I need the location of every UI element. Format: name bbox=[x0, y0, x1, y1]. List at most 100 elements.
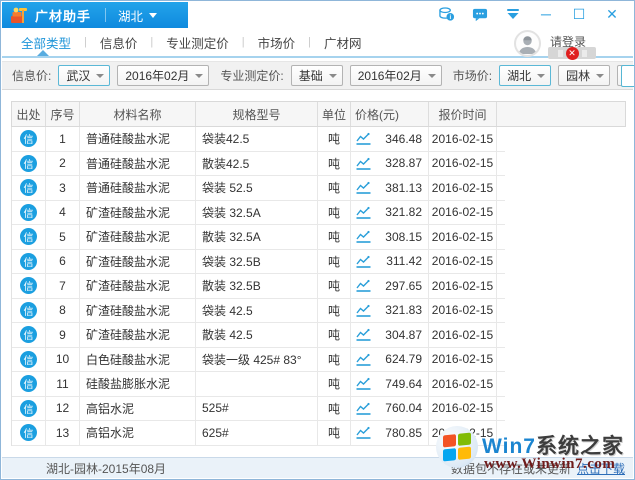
info-month-dropdown[interactable]: 2016年02月 bbox=[117, 65, 209, 86]
source-info-badge[interactable]: 信 bbox=[20, 179, 37, 196]
table-row[interactable]: 信 6 矿渣硅酸盐水泥 袋装 32.5B 吨 311.42 2016-02-15 bbox=[12, 250, 505, 275]
download-link[interactable]: 点击下载 bbox=[577, 460, 625, 477]
maximize-button[interactable]: ☐ bbox=[571, 6, 587, 22]
table-row[interactable]: 信 7 矿渣硅酸盐水泥 散装 32.5B 吨 297.65 2016-02-15 bbox=[12, 274, 505, 299]
unit: 吨 bbox=[318, 421, 351, 445]
unit: 吨 bbox=[318, 372, 351, 396]
market-province-dropdown[interactable]: 湖北 bbox=[499, 65, 551, 86]
table-row[interactable]: 信 2 普通硅酸盐水泥 散装42.5 吨 328.87 2016-02-15 bbox=[12, 152, 505, 177]
price-trend-icon[interactable] bbox=[355, 255, 372, 268]
price-trend-icon[interactable] bbox=[355, 206, 372, 219]
price-trend-icon[interactable] bbox=[355, 230, 372, 243]
price-trend-icon[interactable] bbox=[355, 402, 372, 415]
data-package-icon[interactable]: i bbox=[439, 6, 455, 22]
tab-divider: | bbox=[308, 36, 311, 48]
titlebar-divider bbox=[105, 8, 106, 22]
spec-model: 散装 32.5B bbox=[196, 274, 318, 298]
professional-type-dropdown[interactable]: 基础 bbox=[291, 65, 343, 86]
status-message: 数据包不存在或未更新 bbox=[451, 460, 571, 477]
close-button[interactable]: ✕ bbox=[604, 6, 620, 22]
tab-divider: | bbox=[150, 36, 153, 48]
professional-month-value: 2016年02月 bbox=[358, 67, 422, 84]
price-value: 311.42 bbox=[386, 254, 422, 268]
tab-divider: | bbox=[84, 36, 87, 48]
price-trend-icon[interactable] bbox=[355, 279, 372, 292]
unit: 吨 bbox=[318, 397, 351, 421]
source-info-badge[interactable]: 信 bbox=[20, 302, 37, 319]
info-city-dropdown[interactable]: 武汉 bbox=[58, 65, 110, 86]
price-trend-icon[interactable] bbox=[355, 132, 372, 145]
clipped-dropdown[interactable] bbox=[621, 65, 635, 87]
spec-model: 袋装42.5 bbox=[196, 127, 318, 151]
region-selector[interactable]: 湖北 bbox=[118, 6, 157, 25]
material-name: 硅酸盐膨胀水泥 bbox=[80, 372, 196, 396]
row-number: 9 bbox=[46, 323, 80, 347]
price-value: 308.15 bbox=[385, 230, 422, 244]
source-info-badge[interactable]: 信 bbox=[20, 424, 37, 441]
table-header: 出处 序号 材料名称 规格型号 单位 价格(元) 报价时间 bbox=[11, 101, 626, 127]
table-row[interactable]: 信 4 矿渣硅酸盐水泥 袋装 32.5A 吨 321.82 2016-02-15 bbox=[12, 201, 505, 226]
tab-market-price[interactable]: 市场价 bbox=[256, 33, 298, 52]
quote-date: 2016-02-15 bbox=[429, 274, 497, 298]
app-logo-icon bbox=[10, 6, 28, 24]
region-label: 湖北 bbox=[118, 6, 143, 25]
unit: 吨 bbox=[318, 152, 351, 176]
row-number: 10 bbox=[46, 348, 80, 372]
table-row[interactable]: 信 3 普通硅酸盐水泥 袋装 52.5 吨 381.13 2016-02-15 bbox=[12, 176, 505, 201]
col-header-material: 材料名称 bbox=[80, 102, 196, 126]
price-trend-icon[interactable] bbox=[355, 328, 372, 341]
message-icon[interactable] bbox=[472, 6, 488, 22]
login-area: 请登录 ✕ bbox=[514, 30, 624, 60]
connection-status-pill[interactable]: ✕ bbox=[548, 47, 596, 59]
minimize-button[interactable]: ─ bbox=[538, 6, 554, 22]
row-number: 5 bbox=[46, 225, 80, 249]
material-name: 矿渣硅酸盐水泥 bbox=[80, 250, 196, 274]
price-trend-icon[interactable] bbox=[355, 157, 372, 170]
source-info-badge[interactable]: 信 bbox=[20, 130, 37, 147]
table-row[interactable]: 信 10 白色硅酸盐水泥 袋装一级 425# 83° 吨 624.79 2016… bbox=[12, 348, 505, 373]
source-info-badge[interactable]: 信 bbox=[20, 326, 37, 343]
price-value: 346.48 bbox=[385, 132, 422, 146]
price-trend-icon[interactable] bbox=[355, 353, 372, 366]
table-row[interactable]: 信 12 高铝水泥 525# 吨 760.04 2016-02-15 bbox=[12, 397, 505, 422]
table-row[interactable]: 信 13 高铝水泥 625# 吨 780.85 2016-02-15 bbox=[12, 421, 505, 446]
source-info-badge[interactable]: 信 bbox=[20, 204, 37, 221]
spec-model: 袋装 52.5 bbox=[196, 176, 318, 200]
quote-date: 2016-02-15 bbox=[429, 201, 497, 225]
table-row[interactable]: 信 8 矿渣硅酸盐水泥 袋装 42.5 吨 321.83 2016-02-15 bbox=[12, 299, 505, 324]
source-info-badge[interactable]: 信 bbox=[20, 375, 37, 392]
source-info-badge[interactable]: 信 bbox=[20, 155, 37, 172]
offline-status-icon: ✕ bbox=[566, 47, 579, 60]
info-city-value: 武汉 bbox=[66, 67, 90, 84]
table-row[interactable]: 信 1 普通硅酸盐水泥 袋装42.5 吨 346.48 2016-02-15 bbox=[12, 127, 505, 152]
source-info-badge[interactable]: 信 bbox=[20, 253, 37, 270]
price-value: 780.85 bbox=[385, 426, 422, 440]
main-menu-arrow-icon[interactable] bbox=[505, 6, 521, 22]
price-trend-icon[interactable] bbox=[355, 304, 372, 317]
tab-gcw[interactable]: 广材网 bbox=[322, 33, 364, 52]
spec-model: 625# bbox=[196, 421, 318, 445]
tab-info-price[interactable]: 信息价 bbox=[98, 33, 140, 52]
tab-all-types[interactable]: 全部类型 bbox=[19, 33, 73, 52]
table-row[interactable]: 信 11 硅酸盐膨胀水泥 吨 749.64 2016-02-15 bbox=[12, 372, 505, 397]
source-info-badge[interactable]: 信 bbox=[20, 351, 37, 368]
price-trend-icon[interactable] bbox=[355, 426, 372, 439]
price-trend-icon[interactable] bbox=[355, 181, 372, 194]
material-name: 矿渣硅酸盐水泥 bbox=[80, 323, 196, 347]
spec-model: 散装 32.5A bbox=[196, 225, 318, 249]
unit: 吨 bbox=[318, 201, 351, 225]
source-info-badge[interactable]: 信 bbox=[20, 400, 37, 417]
table-row[interactable]: 信 9 矿渣硅酸盐水泥 散装 42.5 吨 304.87 2016-02-15 bbox=[12, 323, 505, 348]
chevron-down-icon bbox=[195, 74, 203, 78]
tab-professional-price[interactable]: 专业测定价 bbox=[164, 33, 231, 52]
table-row[interactable]: 信 5 矿渣硅酸盐水泥 散装 32.5A 吨 308.15 2016-02-15 bbox=[12, 225, 505, 250]
professional-month-dropdown[interactable]: 2016年02月 bbox=[350, 65, 442, 86]
price-trend-icon[interactable] bbox=[355, 377, 372, 390]
source-info-badge[interactable]: 信 bbox=[20, 277, 37, 294]
status-bar: 湖北-园林-2015年08月 数据包不存在或未更新 点击下载 bbox=[2, 457, 633, 478]
price-value: 321.82 bbox=[385, 205, 422, 219]
market-category-dropdown[interactable]: 园林 bbox=[558, 65, 610, 86]
source-info-badge[interactable]: 信 bbox=[20, 228, 37, 245]
avatar[interactable] bbox=[514, 30, 541, 57]
material-name: 白色硅酸盐水泥 bbox=[80, 348, 196, 372]
